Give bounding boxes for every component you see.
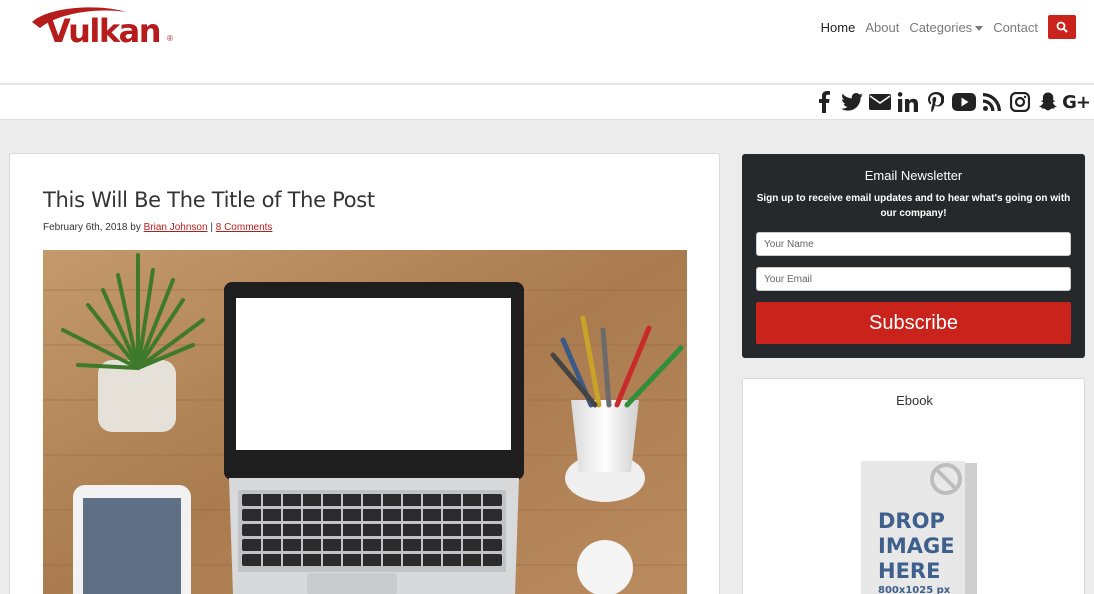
post-date: February 6th, 2018 (43, 222, 128, 233)
cover-line-drop: DROP (878, 509, 945, 533)
post-title[interactable]: This Will Be The Title of The Post (43, 188, 375, 212)
post-author-link[interactable]: Brian Johnson (144, 222, 208, 233)
nav-home[interactable]: Home (821, 20, 856, 35)
twitter-icon[interactable] (840, 90, 864, 114)
search-button[interactable] (1048, 15, 1076, 39)
ebook-cover-graphic: DROP IMAGE HERE 800x1025 px (861, 461, 977, 594)
post-featured-image[interactable] (43, 250, 687, 594)
newsletter-widget: Email Newsletter Sign up to receive emai… (742, 154, 1085, 358)
newsletter-description: Sign up to receive email updates and to … (756, 193, 1071, 219)
cover-line-size: 800x1025 px (878, 585, 951, 594)
pinterest-icon[interactable] (924, 90, 948, 114)
instagram-icon[interactable] (1008, 90, 1032, 114)
ebook-title: Ebook (896, 393, 933, 408)
site-header: Vulkan ® Home About Categories Contact (0, 0, 1094, 84)
newsletter-title: Email Newsletter (864, 168, 963, 183)
name-field[interactable] (756, 232, 1071, 256)
youtube-icon[interactable] (952, 90, 976, 114)
social-bar: G+ (0, 85, 1094, 120)
social-icons: G+ (808, 90, 1091, 114)
facebook-icon[interactable] (812, 90, 836, 114)
cover-line-image: IMAGE (878, 534, 955, 558)
google-plus-label: G+ (1062, 91, 1091, 113)
nav-about[interactable]: About (865, 20, 899, 35)
post-card: This Will Be The Title of The Post Febru… (9, 153, 720, 594)
email-field[interactable] (756, 267, 1071, 291)
search-icon (1056, 21, 1068, 33)
email-icon[interactable] (868, 90, 892, 114)
nav-categories-label: Categories (909, 19, 973, 35)
post-by: by (130, 222, 141, 233)
nav-contact[interactable]: Contact (993, 20, 1038, 35)
rss-icon[interactable] (980, 90, 1004, 114)
meta-separator: | (210, 222, 213, 233)
linkedin-icon[interactable] (896, 90, 920, 114)
logo-text: Vulkan (46, 12, 162, 50)
google-plus-icon[interactable]: G+ (1062, 90, 1091, 114)
laptop-desk-photo (43, 250, 687, 594)
post-meta: February 6th, 2018 by Brian Johnson | 8 … (43, 222, 272, 233)
post-comments-link[interactable]: 8 Comments (216, 222, 273, 233)
snapchat-icon[interactable] (1036, 90, 1060, 114)
logo-registered-mark: ® (167, 34, 173, 43)
subscribe-button[interactable]: Subscribe (756, 302, 1071, 344)
site-logo[interactable]: Vulkan ® (30, 4, 180, 54)
nav-categories[interactable]: Categories (909, 19, 984, 35)
ebook-cover[interactable]: DROP IMAGE HERE 800x1025 px (861, 461, 979, 594)
caret-down-icon (975, 25, 984, 31)
ebook-widget: Ebook DROP IMAGE HERE 800x1025 px (742, 378, 1085, 594)
main-nav: Home About Categories Contact (811, 15, 1076, 39)
cover-line-here: HERE (878, 559, 940, 583)
